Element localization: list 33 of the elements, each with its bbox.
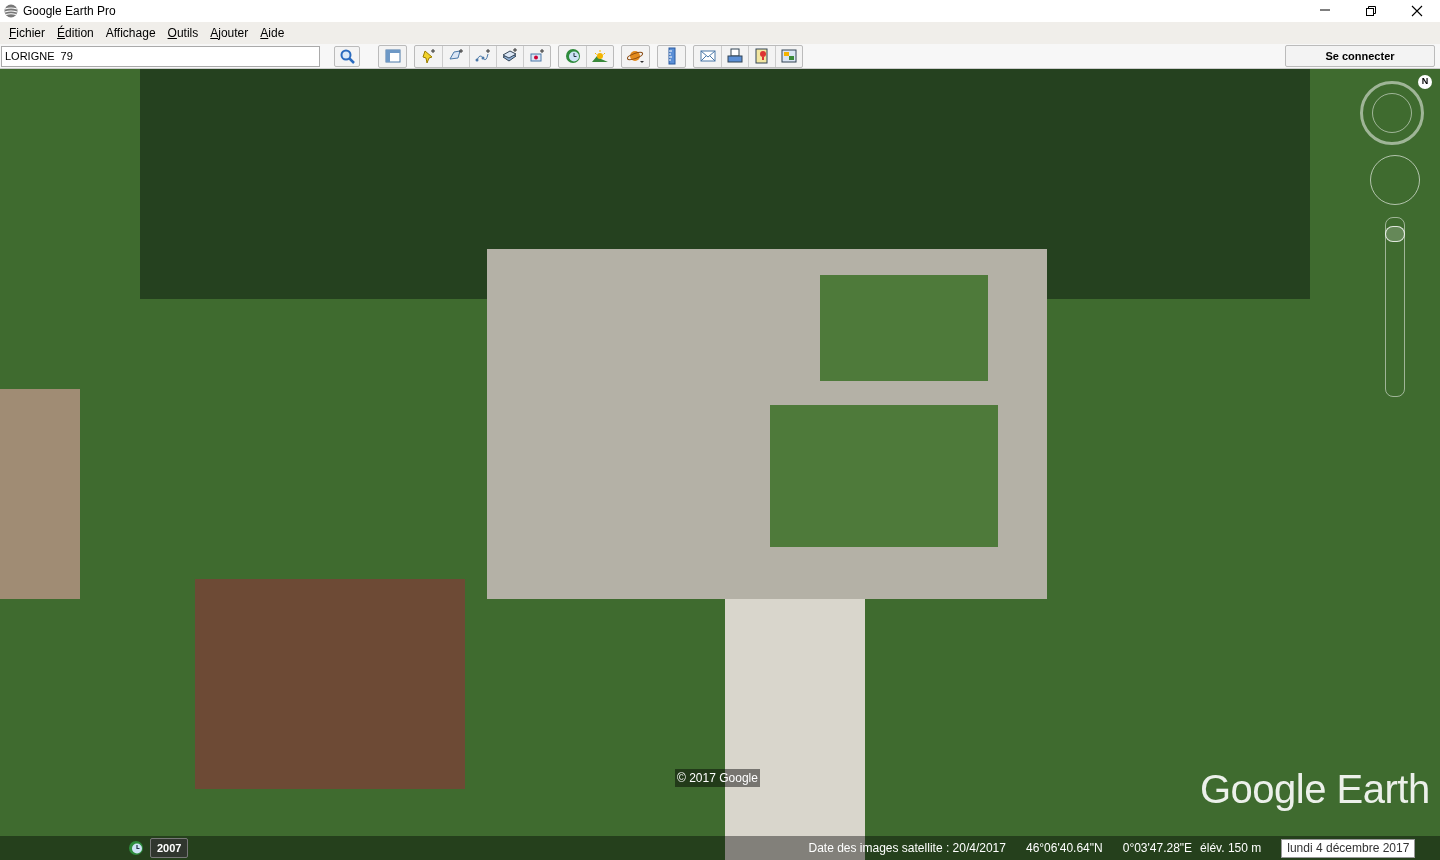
latitude-text: 46°06'40.64"N: [1025, 840, 1103, 857]
sidebar-icon: [383, 47, 402, 65]
printer-icon: [726, 47, 744, 65]
historical-imagery-year[interactable]: 2007: [150, 838, 189, 858]
pushpin-add-icon: [419, 47, 438, 65]
elevation-text: élév. 150 m: [1200, 840, 1262, 857]
menu-item[interactable]: Fichier: [3, 24, 52, 42]
envelope-icon: [698, 47, 717, 65]
picture-icon: [780, 47, 798, 65]
imagery-date-text: Date des images satellite : 20/4/2017: [808, 840, 1006, 857]
google-earth-logo: Google Earth: [1200, 769, 1430, 809]
menu-item[interactable]: Édition: [51, 24, 100, 42]
menu-item[interactable]: Ajouter: [204, 24, 255, 42]
map-pin-icon: [753, 47, 771, 65]
sign-in-button[interactable]: Se connecter: [1285, 45, 1435, 67]
clock-icon: [563, 47, 582, 65]
menu-item[interactable]: Outils: [161, 24, 205, 42]
look-joystick-control[interactable]: [1370, 155, 1420, 205]
menu-item[interactable]: Aide: [254, 24, 291, 42]
window-title: Google Earth Pro: [23, 3, 116, 20]
camera-add-icon: [528, 47, 546, 65]
search-button[interactable]: [334, 45, 360, 67]
longitude-text: 0°03'47.28"E: [1122, 840, 1193, 857]
menu-item[interactable]: Affichage: [99, 24, 162, 42]
clock-icon[interactable]: [128, 840, 144, 856]
sunrise-icon: [591, 47, 609, 65]
search-icon: [339, 48, 355, 64]
zoom-slider-track[interactable]: [1385, 217, 1405, 397]
search-field[interactable]: LORIGNE 79: [1, 45, 320, 67]
restore-icon: [1365, 5, 1377, 17]
close-icon: [1411, 5, 1423, 17]
globe-icon: [4, 4, 18, 18]
zoom-slider-thumb[interactable]: [1385, 226, 1405, 242]
